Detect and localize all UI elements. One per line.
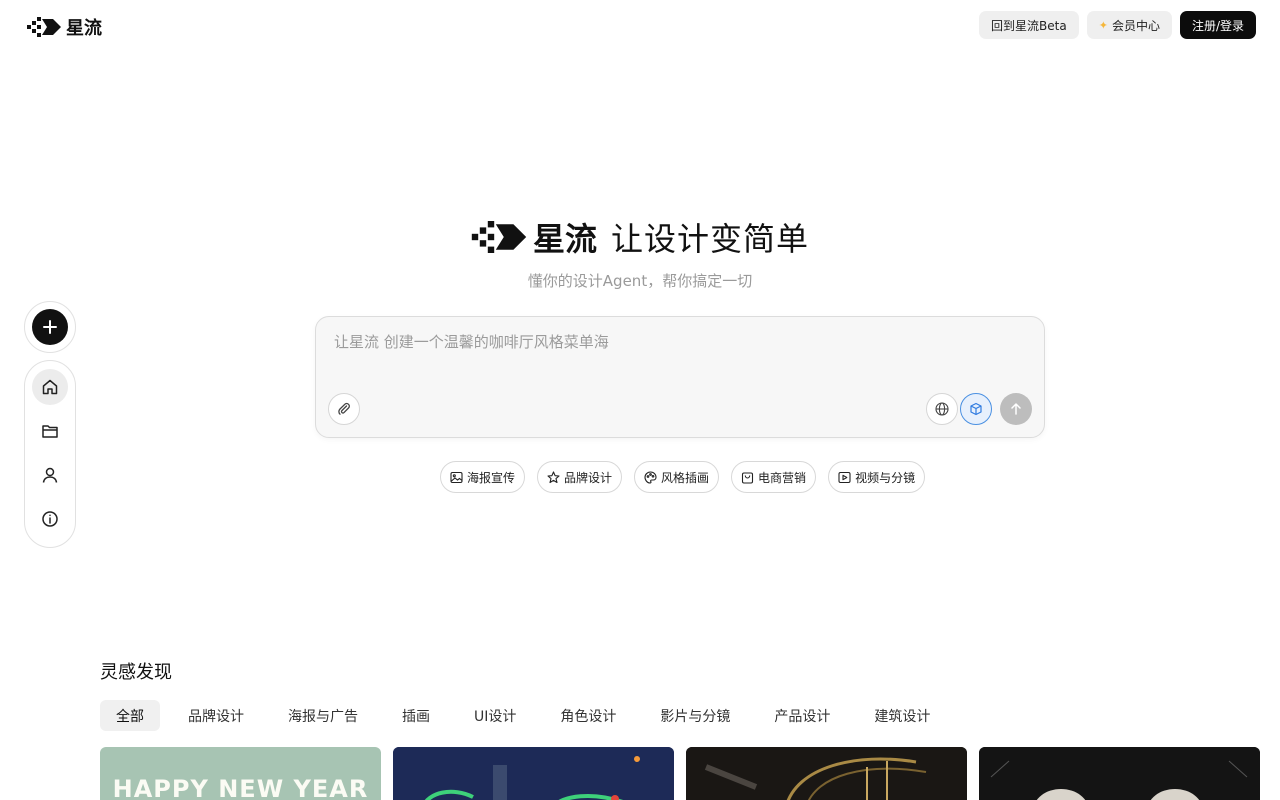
back-to-beta-label: 回到星流Beta (991, 18, 1067, 33)
crown-icon: ✦ (1098, 18, 1108, 32)
chip-ecommerce[interactable]: 电商营销 (731, 461, 817, 493)
inspiration-card[interactable]: HAPPY NEW YEAR (100, 747, 381, 800)
inspiration-card[interactable] (979, 747, 1260, 800)
tab-character-design[interactable]: 角色设计 (544, 700, 632, 731)
card-artwork (393, 747, 674, 800)
sidebar-item-profile[interactable] (32, 457, 68, 493)
send-button[interactable] (1000, 393, 1032, 425)
tab-all[interactable]: 全部 (100, 700, 160, 731)
hero-slogan: 让设计变简单 (611, 220, 810, 258)
chip-label: 电商营销 (758, 470, 807, 485)
arrow-up-icon (1011, 403, 1021, 415)
login-button[interactable]: 注册/登录 (1179, 11, 1256, 39)
tab-ui-design[interactable]: UI设计 (458, 700, 532, 731)
chip-label: 品牌设计 (564, 470, 613, 485)
home-icon (42, 379, 58, 395)
model-toggle[interactable] (960, 393, 992, 425)
user-icon (42, 467, 58, 483)
hero-brand-name: 星流 (532, 220, 597, 258)
web-search-toggle[interactable] (926, 393, 958, 425)
brand-name: 星流 (66, 18, 102, 39)
tab-film-storyboard[interactable]: 影片与分镜 (644, 700, 746, 731)
back-to-beta-button[interactable]: 回到星流Beta (979, 11, 1079, 39)
inspiration-tabs: 全部 品牌设计 海报与广告 插画 UI设计 角色设计 影片与分镜 产品设计 建筑… (100, 700, 958, 731)
paperclip-icon (338, 402, 350, 415)
tab-product-design[interactable]: 产品设计 (758, 700, 846, 731)
chip-label: 风格插画 (661, 470, 710, 485)
brand-mark-icon (471, 221, 527, 253)
prompt-box (315, 316, 1045, 438)
quick-chips: 海报宣传 品牌设计 风格插画 电商营销 视频与分镜 (440, 461, 926, 493)
brand-logo[interactable]: 星流 (27, 14, 102, 40)
new-project-wrapper (24, 301, 76, 353)
play-icon (838, 471, 851, 483)
star-icon (547, 470, 560, 483)
chip-video[interactable]: 视频与分镜 (828, 461, 926, 493)
info-icon (42, 511, 58, 527)
card-artwork (686, 747, 967, 800)
sidebar-item-about[interactable] (32, 501, 68, 537)
sidebar-nav (24, 360, 76, 548)
tab-architecture-design[interactable]: 建筑设计 (858, 700, 946, 731)
sidebar-item-home[interactable] (32, 369, 68, 405)
tab-brand-design[interactable]: 品牌设计 (172, 700, 260, 731)
globe-icon (935, 402, 949, 416)
sidebar-item-files[interactable] (32, 413, 68, 449)
brand-mark-icon (27, 17, 61, 37)
tab-illustration[interactable]: 插画 (386, 700, 446, 731)
chip-label: 视频与分镜 (855, 470, 916, 485)
image-icon (450, 471, 463, 483)
inspiration-title: 灵感发现 (100, 662, 172, 683)
cube-icon (970, 402, 982, 416)
inspiration-cards: HAPPY NEW YEAR (100, 747, 1260, 800)
inspiration-card[interactable] (686, 747, 967, 800)
attach-button[interactable] (328, 393, 360, 425)
tab-poster-ad[interactable]: 海报与广告 (272, 700, 374, 731)
chip-label: 海报宣传 (467, 470, 516, 485)
plus-icon (43, 320, 57, 334)
new-project-button[interactable] (32, 309, 68, 345)
hero-subtitle: 懂你的设计Agent，帮你搞定一切 (527, 272, 753, 290)
chip-illustration[interactable]: 风格插画 (634, 461, 720, 493)
chip-poster[interactable]: 海报宣传 (440, 461, 526, 493)
member-center-label: 会员中心 (1111, 18, 1160, 33)
member-center-button[interactable]: ✦ 会员中心 (1086, 11, 1172, 39)
top-actions: 回到星流Beta ✦ 会员中心 注册/登录 (979, 11, 1256, 39)
card-caption: HAPPY NEW YEAR (112, 775, 369, 800)
hero-brand: 星流 (471, 214, 597, 260)
folder-icon (42, 425, 58, 438)
hero-heading: 星流 让设计变简单 (0, 214, 1280, 260)
prompt-input[interactable] (334, 333, 1024, 351)
palette-icon (644, 470, 657, 484)
inspiration-card[interactable] (393, 747, 674, 800)
shopping-bag-icon (741, 471, 754, 484)
login-label: 注册/登录 (1191, 18, 1244, 33)
chip-brand[interactable]: 品牌设计 (537, 461, 623, 493)
card-artwork (979, 747, 1260, 800)
